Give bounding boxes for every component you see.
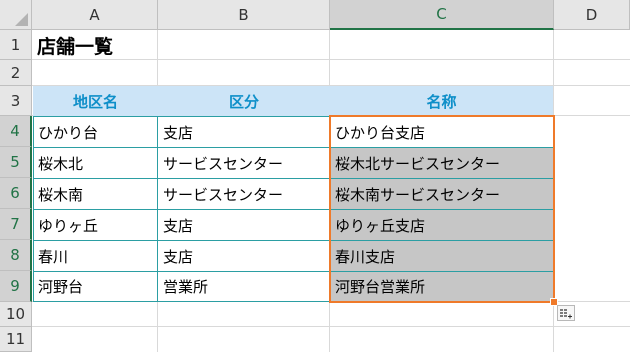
row-header-1[interactable]: 1	[0, 30, 32, 60]
table-cell[interactable]: 桜木北	[33, 148, 157, 178]
table-cell[interactable]: 支店	[158, 117, 329, 147]
row-header-7[interactable]: 7	[0, 209, 32, 240]
cell-c3-header[interactable]: 名称	[330, 86, 553, 116]
column-header-d[interactable]: D	[554, 0, 630, 30]
table-cell[interactable]: ゆりヶ丘	[33, 210, 157, 240]
row-header-3[interactable]: 3	[0, 86, 32, 116]
table-cell[interactable]: 河野台	[33, 272, 157, 301]
cell-b3-header[interactable]: 区分	[158, 86, 330, 116]
table-cell[interactable]: ひかり台	[33, 117, 157, 147]
selection-border	[329, 115, 555, 303]
row-header-9[interactable]: 9	[0, 271, 32, 302]
select-all-icon	[15, 13, 28, 26]
column-header-c[interactable]: C	[330, 0, 554, 30]
spreadsheet: A B C D 1 2 3 4 5 6 7 8 9 10 11 店舗一覧 地区名…	[0, 0, 630, 352]
column-header-a[interactable]: A	[32, 0, 158, 30]
row-header-6[interactable]: 6	[0, 178, 32, 209]
row-header-8[interactable]: 8	[0, 240, 32, 271]
table-cell[interactable]: 支店	[158, 210, 329, 240]
table-cell[interactable]: サービスセンター	[158, 179, 329, 209]
flash-fill-options-icon	[560, 309, 572, 319]
row-header-2[interactable]: 2	[0, 60, 32, 86]
flash-fill-options-button[interactable]	[557, 305, 575, 321]
table-cell[interactable]: 春川	[33, 241, 157, 271]
gridline	[32, 326, 630, 327]
cell-a1-title[interactable]: 店舗一覧	[32, 30, 330, 60]
cell-a3-header[interactable]: 地区名	[33, 86, 158, 116]
table-cell[interactable]: 営業所	[158, 272, 329, 301]
table-cell[interactable]: 桜木南	[33, 179, 157, 209]
row-header-4[interactable]: 4	[0, 116, 32, 147]
row-header-10[interactable]: 10	[0, 302, 32, 327]
row-header-5[interactable]: 5	[0, 147, 32, 178]
table-cell[interactable]: サービスセンター	[158, 148, 329, 178]
row-header-11[interactable]: 11	[0, 327, 32, 352]
column-header-b[interactable]: B	[158, 0, 330, 30]
table-cell[interactable]: 支店	[158, 241, 329, 271]
select-all-corner[interactable]	[0, 0, 32, 30]
